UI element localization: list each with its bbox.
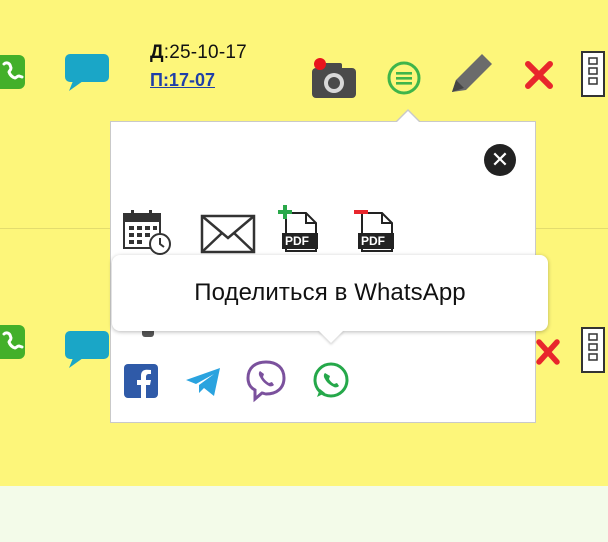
- document-icon[interactable]: [578, 50, 608, 105]
- tooltip-text: Поделиться в WhatsApp: [194, 279, 466, 306]
- phone-icon[interactable]: [0, 325, 25, 359]
- date-planned-link[interactable]: П:17-07: [150, 70, 215, 91]
- pdf-add-icon[interactable]: PDF: [276, 205, 322, 258]
- envelope-icon[interactable]: [200, 214, 256, 259]
- document-icon[interactable]: [578, 326, 608, 381]
- whatsapp-share-tooltip: Поделиться в WhatsApp: [112, 255, 548, 331]
- phone-icon[interactable]: [0, 55, 25, 89]
- close-button[interactable]: ✕: [484, 144, 516, 176]
- telegram-icon[interactable]: [184, 366, 224, 403]
- whatsapp-icon[interactable]: [309, 359, 353, 408]
- chat-icon[interactable]: [63, 329, 111, 369]
- pencil-icon[interactable]: [444, 50, 496, 103]
- facebook-icon[interactable]: [124, 364, 158, 403]
- delete-icon[interactable]: [524, 60, 554, 95]
- pdf-label: PDF: [361, 234, 385, 248]
- camera-icon[interactable]: [310, 58, 360, 105]
- viber-icon[interactable]: [243, 359, 289, 408]
- chat-icon[interactable]: [63, 52, 111, 92]
- pdf-label: PDF: [285, 234, 309, 248]
- calendar-icon[interactable]: [122, 208, 172, 261]
- delete-icon[interactable]: [536, 339, 560, 370]
- menu-list-icon[interactable]: [386, 60, 422, 101]
- pdf-remove-icon[interactable]: PDF: [352, 205, 398, 258]
- tooltip-arrow: [318, 330, 344, 343]
- next-row-area: [0, 486, 608, 542]
- date-created: Д:25-10-17: [150, 42, 247, 63]
- hidden-icon-fragment: [142, 331, 154, 337]
- popup-arrow-fill: [397, 111, 419, 122]
